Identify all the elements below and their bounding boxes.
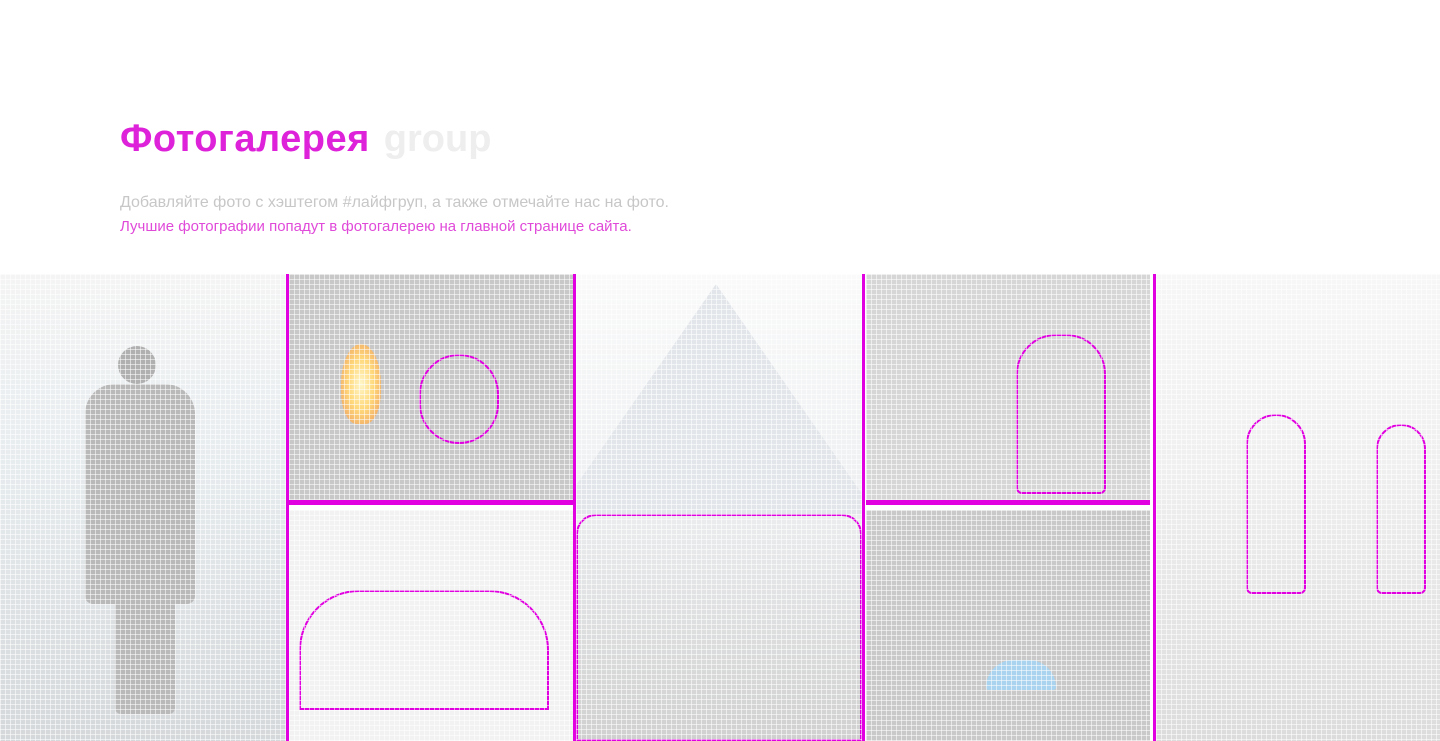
tent — [986, 660, 1056, 690]
gallery-photo-1[interactable] — [0, 274, 286, 741]
gallery-header: Фотогалерея group Добавляйте фото с хэшт… — [120, 118, 1120, 237]
gallery-divider — [862, 274, 865, 741]
hiker-legs — [115, 594, 175, 714]
gallery-photo-6[interactable] — [866, 510, 1150, 741]
volcano — [576, 284, 862, 514]
page-title-suffix: group — [383, 118, 492, 160]
ridge-outline — [299, 590, 549, 710]
hikers-outline — [1016, 334, 1106, 494]
gallery-photo-2[interactable] — [289, 274, 573, 505]
gallery-description: Добавляйте фото с хэштегом #лайфгруп, а … — [120, 194, 669, 211]
page-title: Фотогалерея — [120, 118, 370, 160]
people-outline — [419, 354, 499, 444]
photo-overlay — [866, 274, 1150, 500]
hiker-body — [85, 384, 195, 604]
gallery-note: Лучшие фотографии попадут в фотогалерею … — [120, 218, 632, 235]
title-row: Фотогалерея group — [120, 118, 1120, 161]
slope-outline — [576, 514, 862, 741]
photo-gallery — [0, 274, 1440, 741]
campfire — [341, 344, 381, 424]
gallery-photo-3[interactable] — [289, 510, 573, 741]
hiker-outline — [1246, 414, 1306, 594]
gallery-photo-5[interactable] — [866, 274, 1150, 505]
page: Фотогалерея group Добавляйте фото с хэшт… — [0, 0, 1440, 741]
photo-overlay — [866, 510, 1150, 741]
hiker-outline — [1376, 424, 1426, 594]
gallery-photo-7[interactable] — [1153, 274, 1440, 741]
gallery-photo-4[interactable] — [576, 274, 862, 741]
hiker-head — [118, 346, 156, 384]
